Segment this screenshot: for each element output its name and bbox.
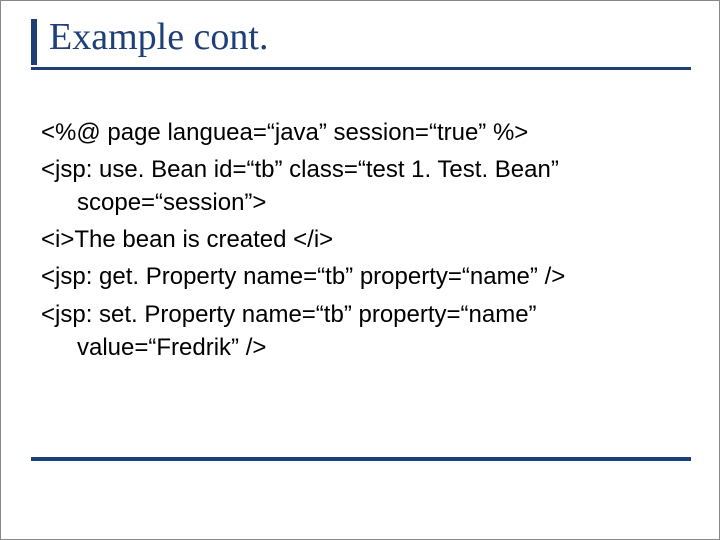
code-line: <i>The bean is created </i> bbox=[41, 223, 681, 256]
code-text: value=“Fredrik” /> bbox=[77, 334, 266, 361]
code-text: <jsp: use. Bean id=“tb” class=“test 1. T… bbox=[41, 156, 559, 183]
slide-title-block: Example cont. bbox=[31, 17, 691, 70]
code-text: <jsp: set. Property name=“tb” property=“… bbox=[41, 301, 537, 328]
code-text: scope=“session”> bbox=[77, 189, 266, 216]
code-line: <%@ page languea=“java” session=“true” %… bbox=[41, 116, 681, 149]
code-line: <jsp: use. Bean id=“tb” class=“test 1. T… bbox=[41, 153, 681, 219]
slide-title: Example cont. bbox=[49, 17, 691, 59]
code-line: <jsp: get. Property name=“tb” property=“… bbox=[41, 260, 681, 293]
bottom-divider bbox=[31, 457, 691, 461]
slide-body: <%@ page languea=“java” session=“true” %… bbox=[41, 116, 681, 368]
slide: Example cont. <%@ page languea=“java” se… bbox=[0, 0, 720, 540]
code-line: <jsp: set. Property name=“tb” property=“… bbox=[41, 298, 681, 364]
title-accent-bar bbox=[31, 19, 37, 65]
title-divider bbox=[31, 67, 691, 70]
